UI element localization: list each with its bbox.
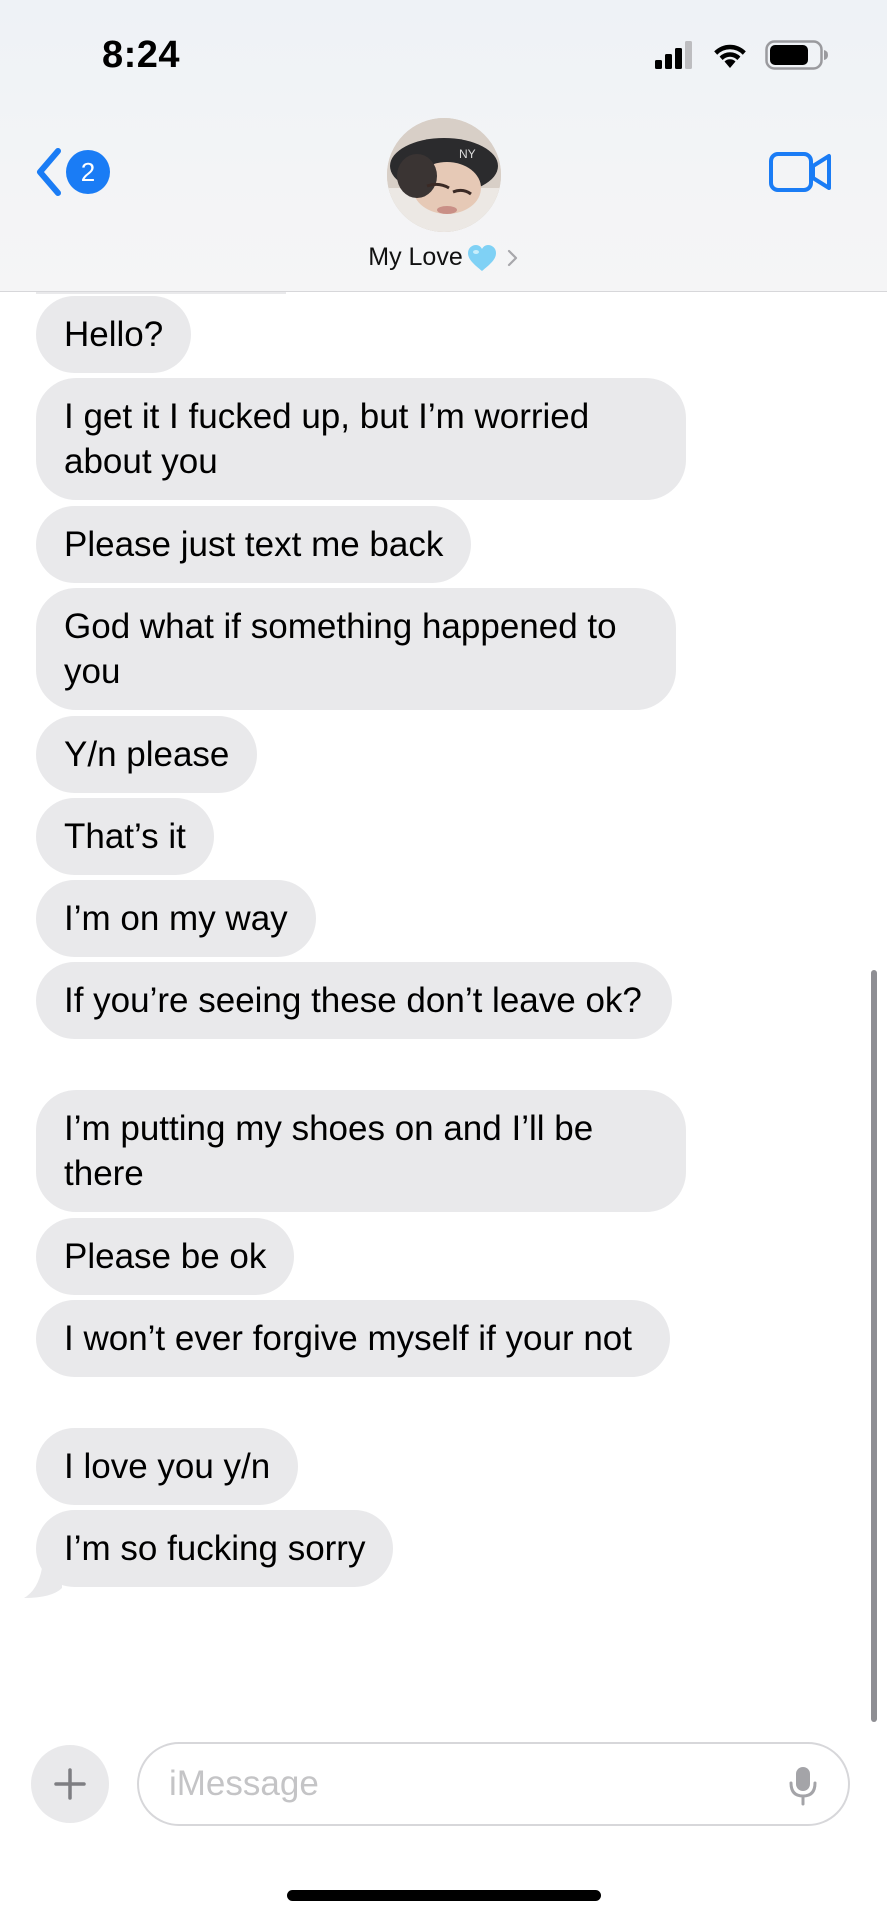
message-bubble[interactable]: Please just text me back (36, 506, 472, 583)
cellular-signal-icon (655, 41, 692, 69)
microphone-icon[interactable] (788, 1766, 818, 1806)
home-indicator[interactable] (287, 1890, 601, 1901)
message-bubble[interactable]: I’m on my way (36, 880, 316, 957)
message-bubble[interactable]: Hello? (36, 296, 192, 373)
apps-plus-button[interactable] (31, 1745, 109, 1823)
message-input[interactable] (167, 1763, 731, 1805)
scrollbar[interactable] (871, 970, 877, 1722)
back-button[interactable]: 2 (34, 142, 110, 202)
svg-text:NY: NY (459, 147, 476, 161)
status-icons (655, 40, 829, 70)
battery-icon (765, 40, 828, 70)
conversation-header: 8:24 2 NY My Love (0, 0, 887, 292)
wifi-icon (714, 44, 746, 68)
message-bubble[interactable]: I’m so fucking sorry (36, 1510, 394, 1587)
bubble-tail (24, 1568, 62, 1598)
message-bubble[interactable]: I get it I fucked up, but I’m worried ab… (36, 378, 686, 500)
message-bubble[interactable]: Y/n please (36, 716, 258, 793)
message-bubble[interactable]: I’m putting my shoes on and I’ll be ther… (36, 1090, 686, 1212)
message-bubble[interactable]: I love you y/n (36, 1428, 299, 1505)
messages-screen: 8:24 2 NY My Love Hello? I get it I fuck… (0, 0, 887, 1920)
unread-count-badge: 2 (66, 150, 110, 194)
chevron-left-icon (37, 148, 61, 196)
status-time: 8:24 (102, 34, 181, 76)
message-bubble[interactable]: Please be ok (36, 1218, 295, 1295)
previous-message-edge (36, 292, 286, 294)
contact-name-button[interactable]: My Love (0, 243, 887, 272)
contact-name: My Love (368, 243, 463, 271)
light-blue-heart-icon (467, 244, 496, 271)
message-list[interactable]: Hello? I get it I fucked up, but I’m wor… (0, 292, 887, 1732)
message-input-container (137, 1742, 850, 1826)
video-camera-icon[interactable] (769, 150, 833, 194)
message-bubble[interactable]: I won’t ever forgive myself if your not (36, 1300, 670, 1377)
avatar-photo: NY (387, 118, 501, 232)
message-bubble[interactable]: If you’re seeing these don’t leave ok? (36, 962, 672, 1039)
avatar[interactable]: NY (387, 118, 501, 232)
chevron-right-icon (507, 249, 517, 266)
message-bubble[interactable]: That’s it (36, 798, 214, 875)
message-bubble[interactable]: God what if something happened to you (36, 588, 676, 710)
plus-icon (54, 1768, 86, 1800)
